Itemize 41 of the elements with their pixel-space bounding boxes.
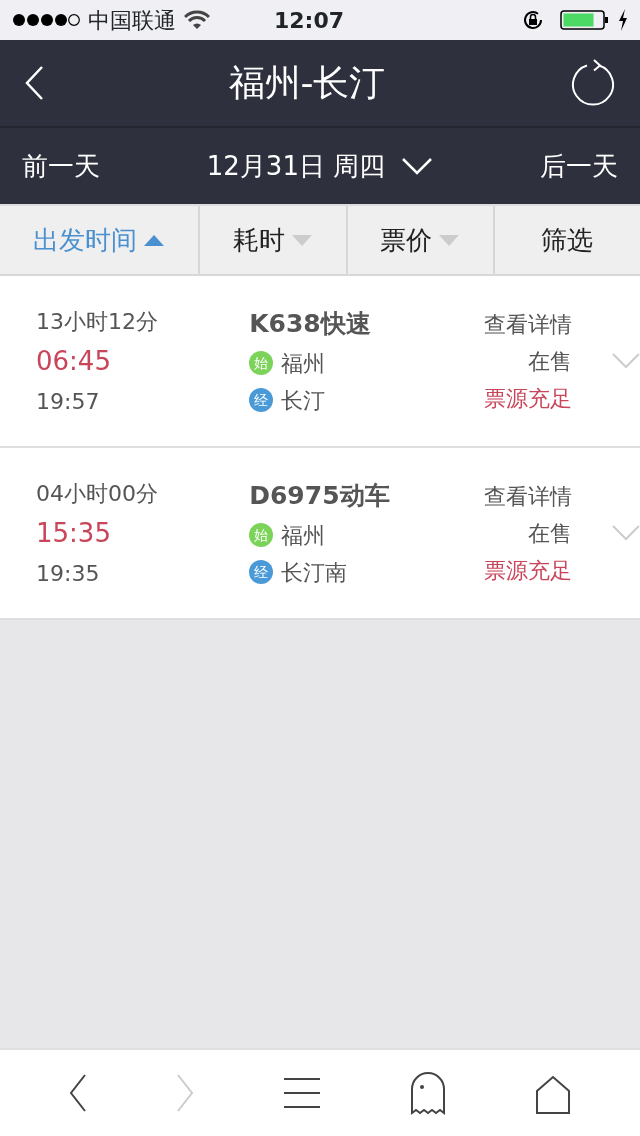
details-link[interactable]: 查看详情: [472, 479, 573, 513]
origin-badge: 始: [249, 351, 274, 376]
charging-icon: [618, 9, 628, 31]
page-title: 福州-长汀: [228, 61, 386, 105]
train-name: K638快速: [249, 308, 372, 341]
departure-time: 06:45: [36, 344, 112, 378]
duration-text: 13小时12分: [36, 307, 159, 336]
details-link[interactable]: 查看详情: [472, 307, 573, 341]
clock-time: 12:07: [274, 6, 345, 35]
train-name: D6975动车: [249, 480, 391, 513]
station-name: 福州: [281, 521, 326, 550]
duration-text: 04小时00分: [36, 479, 159, 508]
departure-time: 15:35: [36, 516, 112, 550]
next-day-button[interactable]: 后一天: [540, 146, 618, 186]
refresh-button[interactable]: [570, 59, 616, 107]
via-badge: 经: [249, 560, 274, 585]
station-name: 福州: [281, 349, 326, 378]
via-badge: 经: [249, 388, 274, 413]
arrival-time: 19:57: [36, 387, 101, 416]
date-picker[interactable]: 12月31日 周四: [206, 146, 434, 186]
rotation-lock-icon: [522, 9, 544, 31]
sort-tab[interactable]: 筛选: [494, 206, 640, 274]
battery-icon: [560, 9, 610, 31]
station-name: 长汀: [281, 386, 326, 415]
wifi-icon: [184, 10, 210, 30]
availability-text: 票源充足: [483, 384, 573, 413]
carrier-name: 中国联通: [88, 6, 176, 35]
sale-status: 在售: [527, 519, 573, 548]
train-row[interactable]: 13小时12分 06:45 19:57 K638快速 始 福州 经 长汀 查看详情 在售 票源充足: [0, 276, 640, 448]
train-row[interactable]: 04小时00分 15:35 19:35 D6975动车 始 福州 经 长汀南 查看详情 在售 票源充足: [0, 448, 640, 620]
dropdown-icon: [401, 157, 434, 175]
origin-badge: 始: [249, 523, 274, 548]
arrival-time: 19:35: [36, 559, 101, 588]
sort-tab[interactable]: 耗时: [200, 206, 348, 274]
station-name: 长汀南: [281, 558, 348, 587]
availability-text: 票源充足: [483, 556, 573, 585]
sale-status: 在售: [527, 347, 573, 376]
previous-day-button[interactable]: 前一天: [22, 146, 100, 186]
back-button[interactable]: [24, 65, 44, 101]
signal-icon: [12, 13, 80, 27]
sort-tab[interactable]: 票价: [347, 206, 495, 274]
